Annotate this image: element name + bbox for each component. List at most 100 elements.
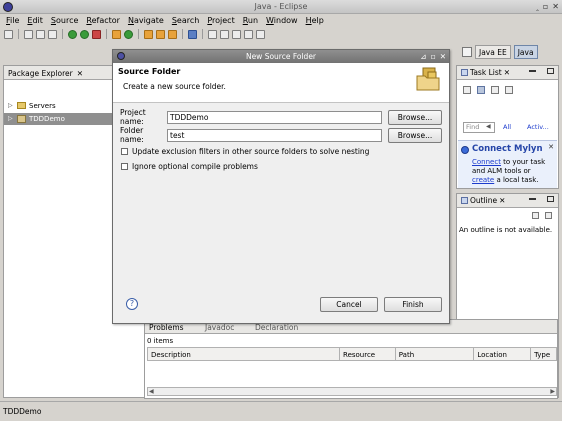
checkbox-box[interactable] bbox=[121, 148, 128, 155]
menu-project[interactable]: Project bbox=[207, 16, 234, 25]
scroll-left-icon[interactable]: ◀ bbox=[149, 388, 154, 395]
menu-search[interactable]: Search bbox=[172, 16, 199, 25]
tab-javadoc[interactable]: Javadoc bbox=[205, 323, 234, 332]
tree-item-label: Servers bbox=[29, 101, 56, 110]
column-type[interactable]: Type bbox=[531, 348, 556, 360]
menu-run[interactable]: Run bbox=[243, 16, 258, 25]
close-icon[interactable]: ✕ bbox=[77, 69, 83, 78]
project-name-field[interactable]: TDDDemo bbox=[167, 110, 382, 124]
close-icon[interactable]: ✕ bbox=[548, 143, 554, 151]
activate-link[interactable]: Activ... bbox=[527, 123, 549, 131]
help-icon[interactable]: ? bbox=[126, 298, 138, 310]
open-type-icon[interactable] bbox=[144, 29, 153, 39]
column-description[interactable]: Description bbox=[148, 348, 341, 360]
tab-problems[interactable]: Problems bbox=[149, 323, 184, 332]
scroll-right-icon[interactable]: ▶ bbox=[550, 388, 555, 395]
all-link[interactable]: All bbox=[503, 123, 511, 131]
focus-icon[interactable] bbox=[505, 86, 513, 94]
maximize-icon[interactable] bbox=[547, 68, 554, 74]
connect-link[interactable]: Connect bbox=[472, 158, 501, 166]
ignore-compile-problems-label: Ignore optional compile problems bbox=[132, 162, 258, 171]
focus-on-task-icon[interactable] bbox=[532, 212, 539, 219]
tree-item-tdddemo[interactable]: ▷ TDDDemo bbox=[8, 113, 65, 124]
close-icon[interactable]: ✕ bbox=[552, 2, 559, 11]
save-icon[interactable] bbox=[24, 29, 33, 39]
maximize-icon[interactable]: ▫ bbox=[543, 2, 548, 11]
close-icon[interactable]: ✕ bbox=[440, 50, 446, 63]
expand-icon[interactable]: ▷ bbox=[8, 115, 14, 122]
debug-icon[interactable] bbox=[68, 29, 77, 39]
toolbar-separator bbox=[62, 29, 63, 39]
maximize-icon[interactable]: ▫ bbox=[431, 50, 436, 63]
new-java-project-icon[interactable] bbox=[112, 29, 121, 39]
browse-project-button[interactable]: Browse... bbox=[388, 109, 442, 125]
close-icon[interactable]: ✕ bbox=[499, 196, 505, 205]
view-menu-icon[interactable] bbox=[545, 212, 552, 219]
forward-icon[interactable] bbox=[256, 29, 265, 39]
toolbar-separator bbox=[106, 29, 107, 39]
categorized-icon[interactable] bbox=[477, 86, 485, 94]
column-path[interactable]: Path bbox=[396, 348, 475, 360]
previous-annotation-icon[interactable] bbox=[220, 29, 229, 39]
last-edit-icon[interactable] bbox=[232, 29, 241, 39]
menu-file[interactable]: File bbox=[6, 16, 19, 25]
menu-window[interactable]: Window bbox=[266, 16, 298, 25]
column-location[interactable]: Location bbox=[474, 348, 532, 360]
tree-item-label: TDDDemo bbox=[29, 114, 65, 123]
perspective-bar: Java EE Java bbox=[458, 43, 562, 61]
save-all-icon[interactable] bbox=[36, 29, 45, 39]
new-task-icon[interactable] bbox=[463, 86, 471, 94]
external-tools-icon[interactable] bbox=[92, 29, 101, 39]
menu-refactor[interactable]: Refactor bbox=[86, 16, 120, 25]
scheduled-icon[interactable] bbox=[491, 86, 499, 94]
toggle-mark-icon[interactable] bbox=[188, 29, 197, 39]
folder-name-field[interactable]: test bbox=[167, 128, 382, 142]
ignore-compile-problems-checkbox[interactable]: Ignore optional compile problems bbox=[121, 162, 258, 171]
horizontal-scrollbar[interactable]: ◀ ▶ bbox=[147, 387, 557, 396]
main-toolbar bbox=[0, 27, 562, 41]
run-icon[interactable] bbox=[80, 29, 89, 39]
menu-edit[interactable]: Edit bbox=[27, 16, 43, 25]
minimize-icon[interactable]: ⊿ bbox=[420, 50, 426, 63]
minimize-icon[interactable]: ‸ bbox=[536, 2, 539, 11]
minimize-icon[interactable] bbox=[529, 198, 536, 200]
perspective-java[interactable]: Java bbox=[513, 45, 538, 59]
expand-icon[interactable]: ▷ bbox=[8, 102, 14, 109]
open-task-icon[interactable] bbox=[156, 29, 165, 39]
source-folder-icon bbox=[416, 67, 440, 91]
window-title-bar: Java - Eclipse ‸ ▫ ✕ bbox=[0, 0, 562, 14]
toolbar-separator bbox=[18, 29, 19, 39]
outline-tab[interactable]: Outline ✕ bbox=[457, 194, 558, 208]
back-icon[interactable] bbox=[244, 29, 253, 39]
finish-button[interactable]: Finish bbox=[384, 297, 442, 312]
perspective-java-ee[interactable]: Java EE bbox=[475, 45, 511, 59]
browse-folder-button[interactable]: Browse... bbox=[388, 127, 442, 143]
create-link[interactable]: create bbox=[472, 176, 494, 184]
minimize-icon[interactable] bbox=[529, 70, 536, 72]
menu-source[interactable]: Source bbox=[51, 16, 78, 25]
menu-navigate[interactable]: Navigate bbox=[128, 16, 164, 25]
next-annotation-icon[interactable] bbox=[208, 29, 217, 39]
update-exclusion-filters-checkbox[interactable]: Update exclusion filters in other source… bbox=[121, 147, 369, 156]
column-resource[interactable]: Resource bbox=[340, 348, 396, 360]
search-icon[interactable] bbox=[168, 29, 177, 39]
package-explorer-tab-label: Package Explorer bbox=[8, 69, 73, 78]
checkbox-box[interactable] bbox=[121, 163, 128, 170]
dialog-title: New Source Folder bbox=[245, 52, 317, 61]
print-icon[interactable] bbox=[48, 29, 57, 39]
new-class-icon[interactable] bbox=[124, 29, 133, 39]
tab-declaration[interactable]: Declaration bbox=[255, 323, 298, 332]
dialog-header: Source Folder Create a new source folder… bbox=[113, 63, 449, 103]
menu-bar: File Edit Source Refactor Navigate Searc… bbox=[0, 14, 562, 26]
cancel-button[interactable]: Cancel bbox=[320, 297, 378, 312]
status-bar: TDDDemo bbox=[0, 401, 562, 421]
clear-find-icon[interactable]: ◀ bbox=[486, 123, 491, 130]
maximize-icon[interactable] bbox=[547, 196, 554, 202]
menu-help[interactable]: Help bbox=[306, 16, 324, 25]
new-icon[interactable] bbox=[4, 29, 13, 39]
tree-item-servers[interactable]: ▷ Servers bbox=[8, 100, 56, 111]
open-perspective-icon[interactable] bbox=[462, 47, 472, 57]
task-list-tab[interactable]: Task List ✕ bbox=[457, 66, 558, 80]
close-icon[interactable]: ✕ bbox=[504, 68, 510, 77]
problems-count: 0 items bbox=[147, 337, 174, 345]
